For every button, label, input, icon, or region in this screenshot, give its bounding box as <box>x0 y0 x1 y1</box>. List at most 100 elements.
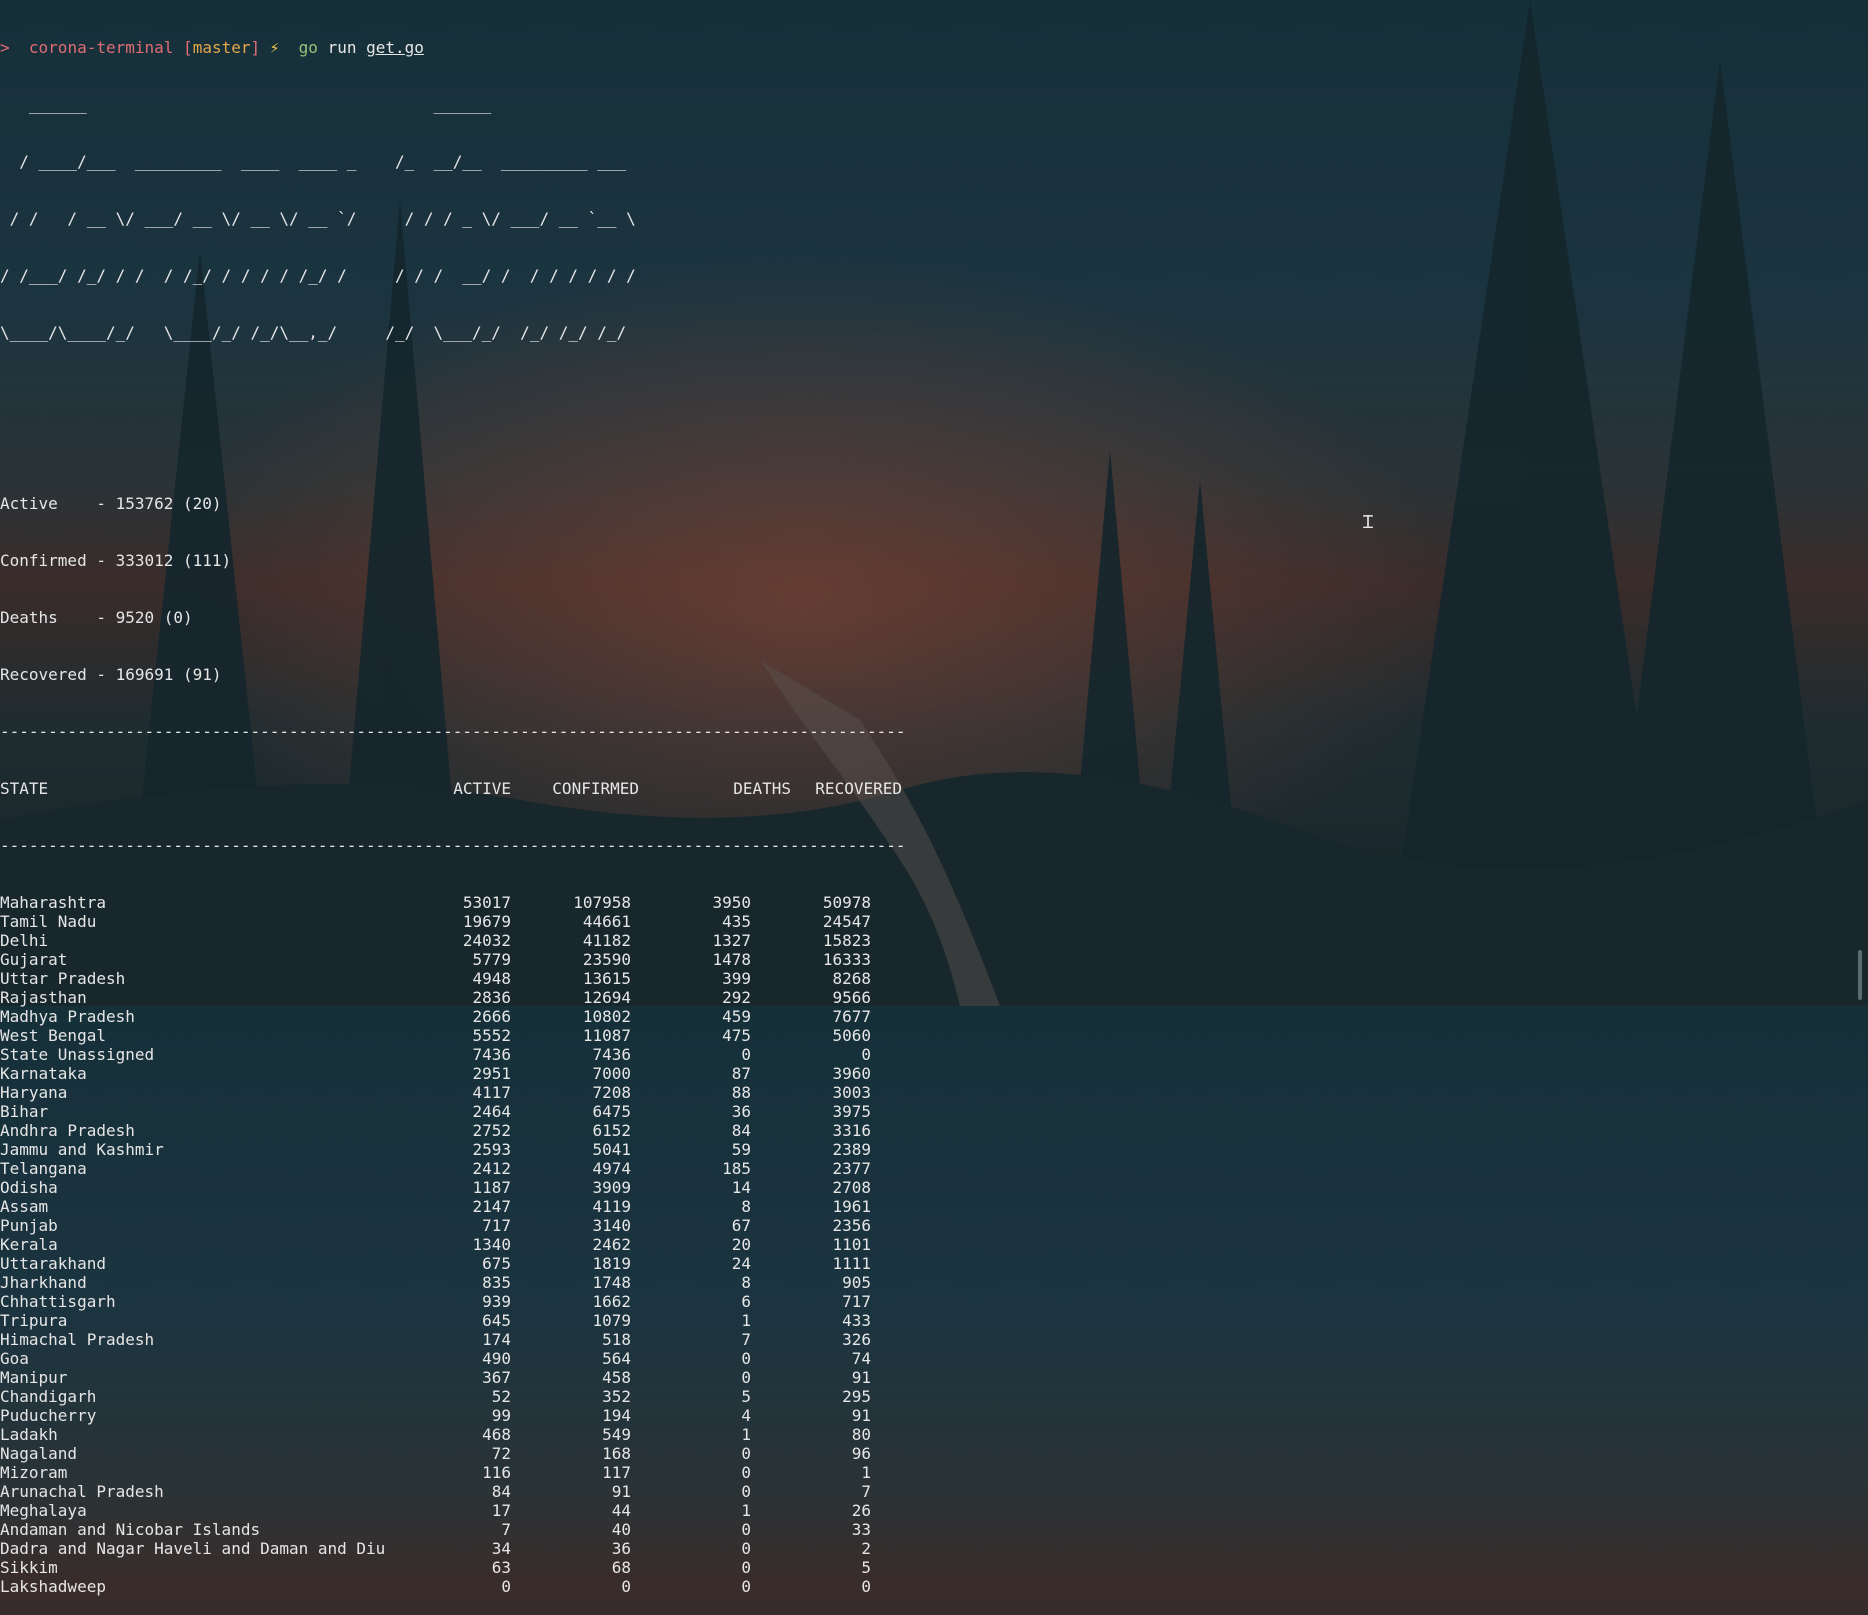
table-row: Andhra Pradesh 2752 6152 84 3316 <box>0 1121 905 1140</box>
deaths-cell: 0 <box>741 1045 751 1064</box>
recovered-cell: 26 <box>851 1501 871 1520</box>
table-row: Jammu and Kashmir 2593 5041 59 2389 <box>0 1140 905 1159</box>
state-cell: Andhra Pradesh <box>0 1121 135 1140</box>
deaths-cell: 3950 <box>712 893 751 912</box>
table-row: Manipur 367 458 0 91 <box>0 1368 905 1387</box>
deaths-cell: 0 <box>741 1577 751 1596</box>
scrollbar[interactable] <box>1858 950 1862 1000</box>
deaths-cell: 36 <box>731 1102 751 1121</box>
state-cell: Sikkim <box>0 1558 58 1577</box>
table-row: West Bengal 5552 11087 475 5060 <box>0 1026 905 1045</box>
state-cell: Meghalaya <box>0 1501 87 1520</box>
deaths-cell: 1 <box>741 1425 751 1444</box>
recovered-cell: 1 <box>861 1463 871 1482</box>
active-cell: 19679 <box>462 912 511 931</box>
terminal-output[interactable]: > corona-terminal [master] ⚡ go run get.… <box>0 0 905 1615</box>
deaths-cell: 0 <box>741 1482 751 1501</box>
recovered-cell: 8268 <box>832 969 871 988</box>
recovered-cell: 15823 <box>822 931 871 950</box>
summary-confirmed: Confirmed - 333012 (111) <box>0 551 232 570</box>
confirmed-cell: 91 <box>611 1482 631 1501</box>
confirmed-cell: 168 <box>602 1444 631 1463</box>
state-cell: Delhi <box>0 931 49 950</box>
table-row: Kerala 1340 2462 20 1101 <box>0 1235 905 1254</box>
deaths-cell: 4 <box>741 1406 751 1425</box>
confirmed-cell: 12694 <box>582 988 631 1007</box>
active-cell: 52 <box>491 1387 511 1406</box>
deaths-cell: 0 <box>741 1558 751 1577</box>
active-cell: 2752 <box>472 1121 511 1140</box>
confirmed-cell: 6152 <box>592 1121 631 1140</box>
recovered-cell: 16333 <box>822 950 871 969</box>
state-cell: Haryana <box>0 1083 68 1102</box>
deaths-cell: 459 <box>722 1007 751 1026</box>
table-row: Jharkhand 835 1748 8 905 <box>0 1273 905 1292</box>
table-row: Chandigarh 52 352 5 295 <box>0 1387 905 1406</box>
command-argument[interactable]: get.go <box>366 38 424 57</box>
state-cell: Andaman and Nicobar Islands <box>0 1520 261 1539</box>
active-cell: 468 <box>482 1425 511 1444</box>
table-row: Delhi 24032 41182 1327 15823 <box>0 931 905 950</box>
confirmed-cell: 44 <box>611 1501 631 1520</box>
banner-line: / / / __ \/ ___/ __ \/ __ \/ __ `/ / / /… <box>0 209 636 228</box>
branch-open-bracket: [ <box>183 38 193 57</box>
recovered-cell: 295 <box>842 1387 871 1406</box>
active-cell: 7 <box>501 1520 511 1539</box>
confirmed-cell: 1819 <box>592 1254 631 1273</box>
recovered-cell: 1101 <box>832 1235 871 1254</box>
state-cell: Nagaland <box>0 1444 78 1463</box>
deaths-cell: 0 <box>741 1520 751 1539</box>
recovered-cell: 3975 <box>832 1102 871 1121</box>
recovered-cell: 0 <box>861 1045 871 1064</box>
deaths-cell: 8 <box>741 1273 751 1292</box>
deaths-cell: 0 <box>741 1444 751 1463</box>
state-cell: Himachal Pradesh <box>0 1330 155 1349</box>
state-cell: Rajasthan <box>0 988 87 1007</box>
table-row: Uttarakhand 675 1819 24 1111 <box>0 1254 905 1273</box>
table-row: Meghalaya 17 44 1 26 <box>0 1501 905 1520</box>
confirmed-cell: 1662 <box>592 1292 631 1311</box>
deaths-cell: 1 <box>741 1501 751 1520</box>
confirmed-cell: 68 <box>611 1558 631 1577</box>
recovered-cell: 326 <box>842 1330 871 1349</box>
summary-deaths: Deaths - 9520 (0) <box>0 608 193 627</box>
active-cell: 490 <box>482 1349 511 1368</box>
state-cell: Chandigarh <box>0 1387 97 1406</box>
recovered-cell: 3316 <box>832 1121 871 1140</box>
state-cell: Goa <box>0 1349 29 1368</box>
recovered-cell: 2356 <box>832 1216 871 1235</box>
table-row: Assam 2147 4119 8 1961 <box>0 1197 905 1216</box>
lightning-icon: ⚡ <box>269 38 280 57</box>
state-cell: Lakshadweep <box>0 1577 106 1596</box>
active-cell: 72 <box>491 1444 511 1463</box>
active-cell: 4948 <box>472 969 511 988</box>
table-row: Gujarat 5779 23590 1478 16333 <box>0 950 905 969</box>
deaths-cell: 292 <box>722 988 751 1007</box>
state-cell: Uttarakhand <box>0 1254 106 1273</box>
deaths-cell: 435 <box>722 912 751 931</box>
state-cell: Maharashtra <box>0 893 106 912</box>
active-cell: 7436 <box>472 1045 511 1064</box>
confirmed-cell: 458 <box>602 1368 631 1387</box>
state-cell: Assam <box>0 1197 49 1216</box>
deaths-cell: 5 <box>741 1387 751 1406</box>
recovered-cell: 3960 <box>832 1064 871 1083</box>
confirmed-cell: 36 <box>611 1539 631 1558</box>
banner-line: / ____/___ _________ ____ ____ _ /_ __/_… <box>0 152 627 171</box>
confirmed-cell: 117 <box>602 1463 631 1482</box>
active-cell: 34 <box>491 1539 511 1558</box>
table-row: Andaman and Nicobar Islands 7 40 0 33 <box>0 1520 905 1539</box>
active-cell: 1187 <box>472 1178 511 1197</box>
table-row: Nagaland 72 168 0 96 <box>0 1444 905 1463</box>
deaths-cell: 8 <box>741 1197 751 1216</box>
git-branch: master <box>192 38 251 57</box>
state-cell: Uttar Pradesh <box>0 969 126 988</box>
deaths-cell: 7 <box>741 1330 751 1349</box>
confirmed-cell: 1079 <box>592 1311 631 1330</box>
table-row: Telangana 2412 4974 185 2377 <box>0 1159 905 1178</box>
deaths-cell: 475 <box>722 1026 751 1045</box>
deaths-cell: 0 <box>741 1463 751 1482</box>
state-cell: Odisha <box>0 1178 58 1197</box>
state-cell: Tripura <box>0 1311 68 1330</box>
deaths-cell: 24 <box>731 1254 751 1273</box>
